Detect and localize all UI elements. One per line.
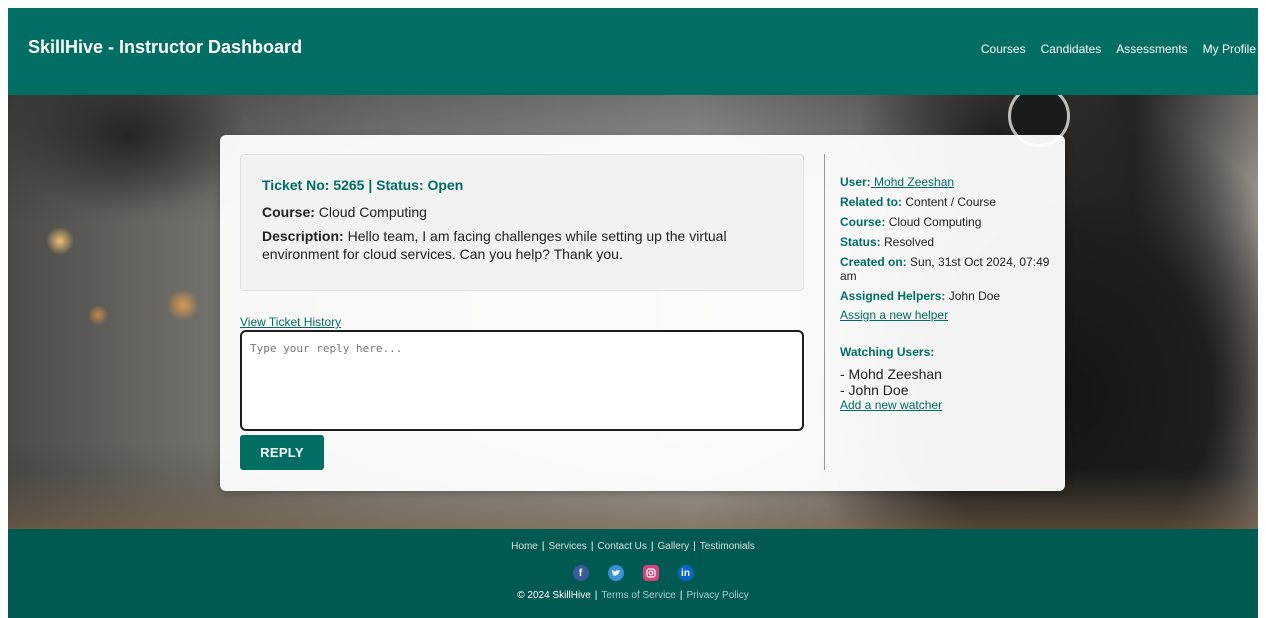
watchers-list: - Mohd Zeeshan - John Doe xyxy=(840,366,1050,398)
related-label: Related to: xyxy=(840,195,903,209)
watcher-item: - Mohd Zeeshan xyxy=(840,366,942,382)
ticket-heading: Ticket No: 5265 | Status: Open xyxy=(262,177,464,193)
watcher-item: - John Doe xyxy=(840,382,909,398)
ticket-course: Course: Cloud Computing xyxy=(262,204,783,220)
nav-candidates[interactable]: Candidates xyxy=(1041,42,1102,56)
nav-my-profile[interactable]: My Profile xyxy=(1203,42,1256,56)
ticket-details-panel: User: Mohd Zeeshan Related to: Content /… xyxy=(840,175,1050,412)
ticket-summary: Ticket No: 5265 | Status: Open Course: C… xyxy=(240,154,804,291)
assign-helper-link[interactable]: Assign a new helper xyxy=(840,308,1050,322)
status-value: Resolved xyxy=(884,235,935,249)
copyright-text: © 2024 SkillHive xyxy=(517,590,591,601)
separator: | xyxy=(693,541,696,552)
separator: | xyxy=(679,590,683,601)
detail-helpers: Assigned Helpers: John Doe xyxy=(840,289,1050,303)
add-watcher-link[interactable]: Add a new watcher xyxy=(840,398,1050,412)
terms-link[interactable]: Terms of Service xyxy=(601,590,675,601)
vertical-divider xyxy=(824,154,825,470)
user-label: User: xyxy=(840,175,871,189)
footer-link-gallery[interactable]: Gallery xyxy=(658,541,690,552)
detail-course: Course: Cloud Computing xyxy=(840,215,1050,229)
separator: | xyxy=(590,541,594,552)
detail-status: Status: Resolved xyxy=(840,235,1050,249)
top-navbar: SkillHive - Instructor Dashboard Courses… xyxy=(8,8,1258,95)
reply-button[interactable]: REPLY xyxy=(240,435,324,470)
separator: | xyxy=(650,541,654,552)
view-ticket-history-link[interactable]: View Ticket History xyxy=(240,315,341,329)
ticket-course-label: Course: xyxy=(262,204,315,220)
main-nav: Courses Candidates Assessments My Profil… xyxy=(981,42,1256,56)
reply-textarea[interactable] xyxy=(240,330,804,431)
privacy-link[interactable]: Privacy Policy xyxy=(686,590,748,601)
hero-background: Ticket No: 5265 | Status: Open Course: C… xyxy=(8,95,1258,529)
page: SkillHive - Instructor Dashboard Courses… xyxy=(8,8,1258,618)
detail-user: User: Mohd Zeeshan xyxy=(840,175,1050,189)
separator: | xyxy=(594,590,598,601)
course-label: Course: xyxy=(840,215,886,229)
social-icons: f in xyxy=(8,565,1258,581)
detail-created: Created on: Sun, 31st Oct 2024, 07:49 am xyxy=(840,255,1050,283)
ticket-description-label: Description: xyxy=(262,228,344,244)
facebook-icon[interactable]: f xyxy=(572,565,589,581)
footer-link-home[interactable]: Home xyxy=(511,541,538,552)
ticket-description: Description: Hello team, I am facing cha… xyxy=(262,227,783,263)
helpers-label: Assigned Helpers: xyxy=(840,289,946,303)
nav-courses[interactable]: Courses xyxy=(981,42,1026,56)
brand-title: SkillHive - Instructor Dashboard xyxy=(28,37,303,57)
course-value: Cloud Computing xyxy=(888,215,982,229)
helpers-value: John Doe xyxy=(948,289,1001,303)
nav-assessments[interactable]: Assessments xyxy=(1116,42,1187,56)
footer-link-services[interactable]: Services xyxy=(548,541,586,552)
footer-link-contact[interactable]: Contact Us xyxy=(597,541,646,552)
footer-copyright: © 2024 SkillHive | Terms of Service | Privac… xyxy=(8,590,1258,601)
footer: Home | Services | Contact Us | Gallery | Testimo… xyxy=(8,529,1258,618)
footer-link-testimonials[interactable]: Testimonials xyxy=(700,541,755,552)
footer-links: Home | Services | Contact Us | Gallery | Testimo… xyxy=(8,541,1258,552)
watching-users-heading: Watching Users: xyxy=(840,345,935,359)
created-label: Created on: xyxy=(840,255,907,269)
separator: | xyxy=(541,541,545,552)
user-link[interactable]: Mohd Zeeshan xyxy=(871,175,954,189)
instagram-icon[interactable] xyxy=(642,565,659,581)
ticket-course-value: Cloud Computing xyxy=(318,204,427,220)
status-label: Status: xyxy=(840,235,881,249)
ticket-card: Ticket No: 5265 | Status: Open Course: C… xyxy=(220,135,1065,491)
detail-related: Related to: Content / Course xyxy=(840,195,1050,209)
related-value: Content / Course xyxy=(905,195,997,209)
twitter-icon[interactable] xyxy=(607,565,624,581)
linkedin-icon[interactable]: in xyxy=(677,565,694,581)
